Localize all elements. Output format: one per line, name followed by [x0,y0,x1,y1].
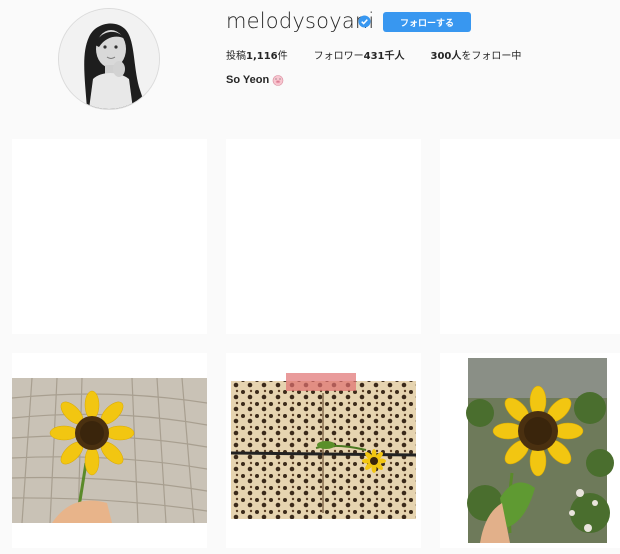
post-tile-6[interactable] [440,353,620,548]
pig-face-emoji-icon [272,75,284,86]
post-tile-5[interactable] [226,353,421,548]
verified-badge-icon [358,15,371,28]
avatar[interactable] [58,8,160,110]
following-stat[interactable]: 300人をフォロー中 [431,47,522,62]
profile-stats: 投稿1,116件 フォロワー431千人 300人をフォロー中 [226,47,547,62]
post-image-sunflower-garden [466,358,614,543]
profile-username: melodysoyani [226,9,375,33]
following-count: 300人 [430,51,462,62]
followers-stat[interactable]: フォロワー431千人 [314,47,405,62]
posts-unit: 件 [277,51,288,62]
post-tile-2[interactable] [226,139,421,334]
post-tile-4[interactable] [12,353,207,548]
avatar-image [59,9,159,109]
posts-label: 投稿 [226,51,246,62]
post-image-sunflower-cobblestone [12,377,207,524]
profile-full-name: So Yeon [226,74,270,86]
posts-stat: 投稿1,116件 [226,47,288,62]
post-image-sunflower-leopard-print [230,373,417,519]
video-camera-icon [179,362,201,375]
follow-button[interactable]: フォローする [383,12,471,32]
posts-count: 1,116 [246,51,278,62]
followers-count: 431千人 [363,51,405,62]
post-tile-3[interactable] [440,139,620,334]
followers-label: フォロワー [313,51,364,62]
following-label: をフォロー中 [461,51,522,62]
post-tile-1[interactable] [12,139,207,334]
